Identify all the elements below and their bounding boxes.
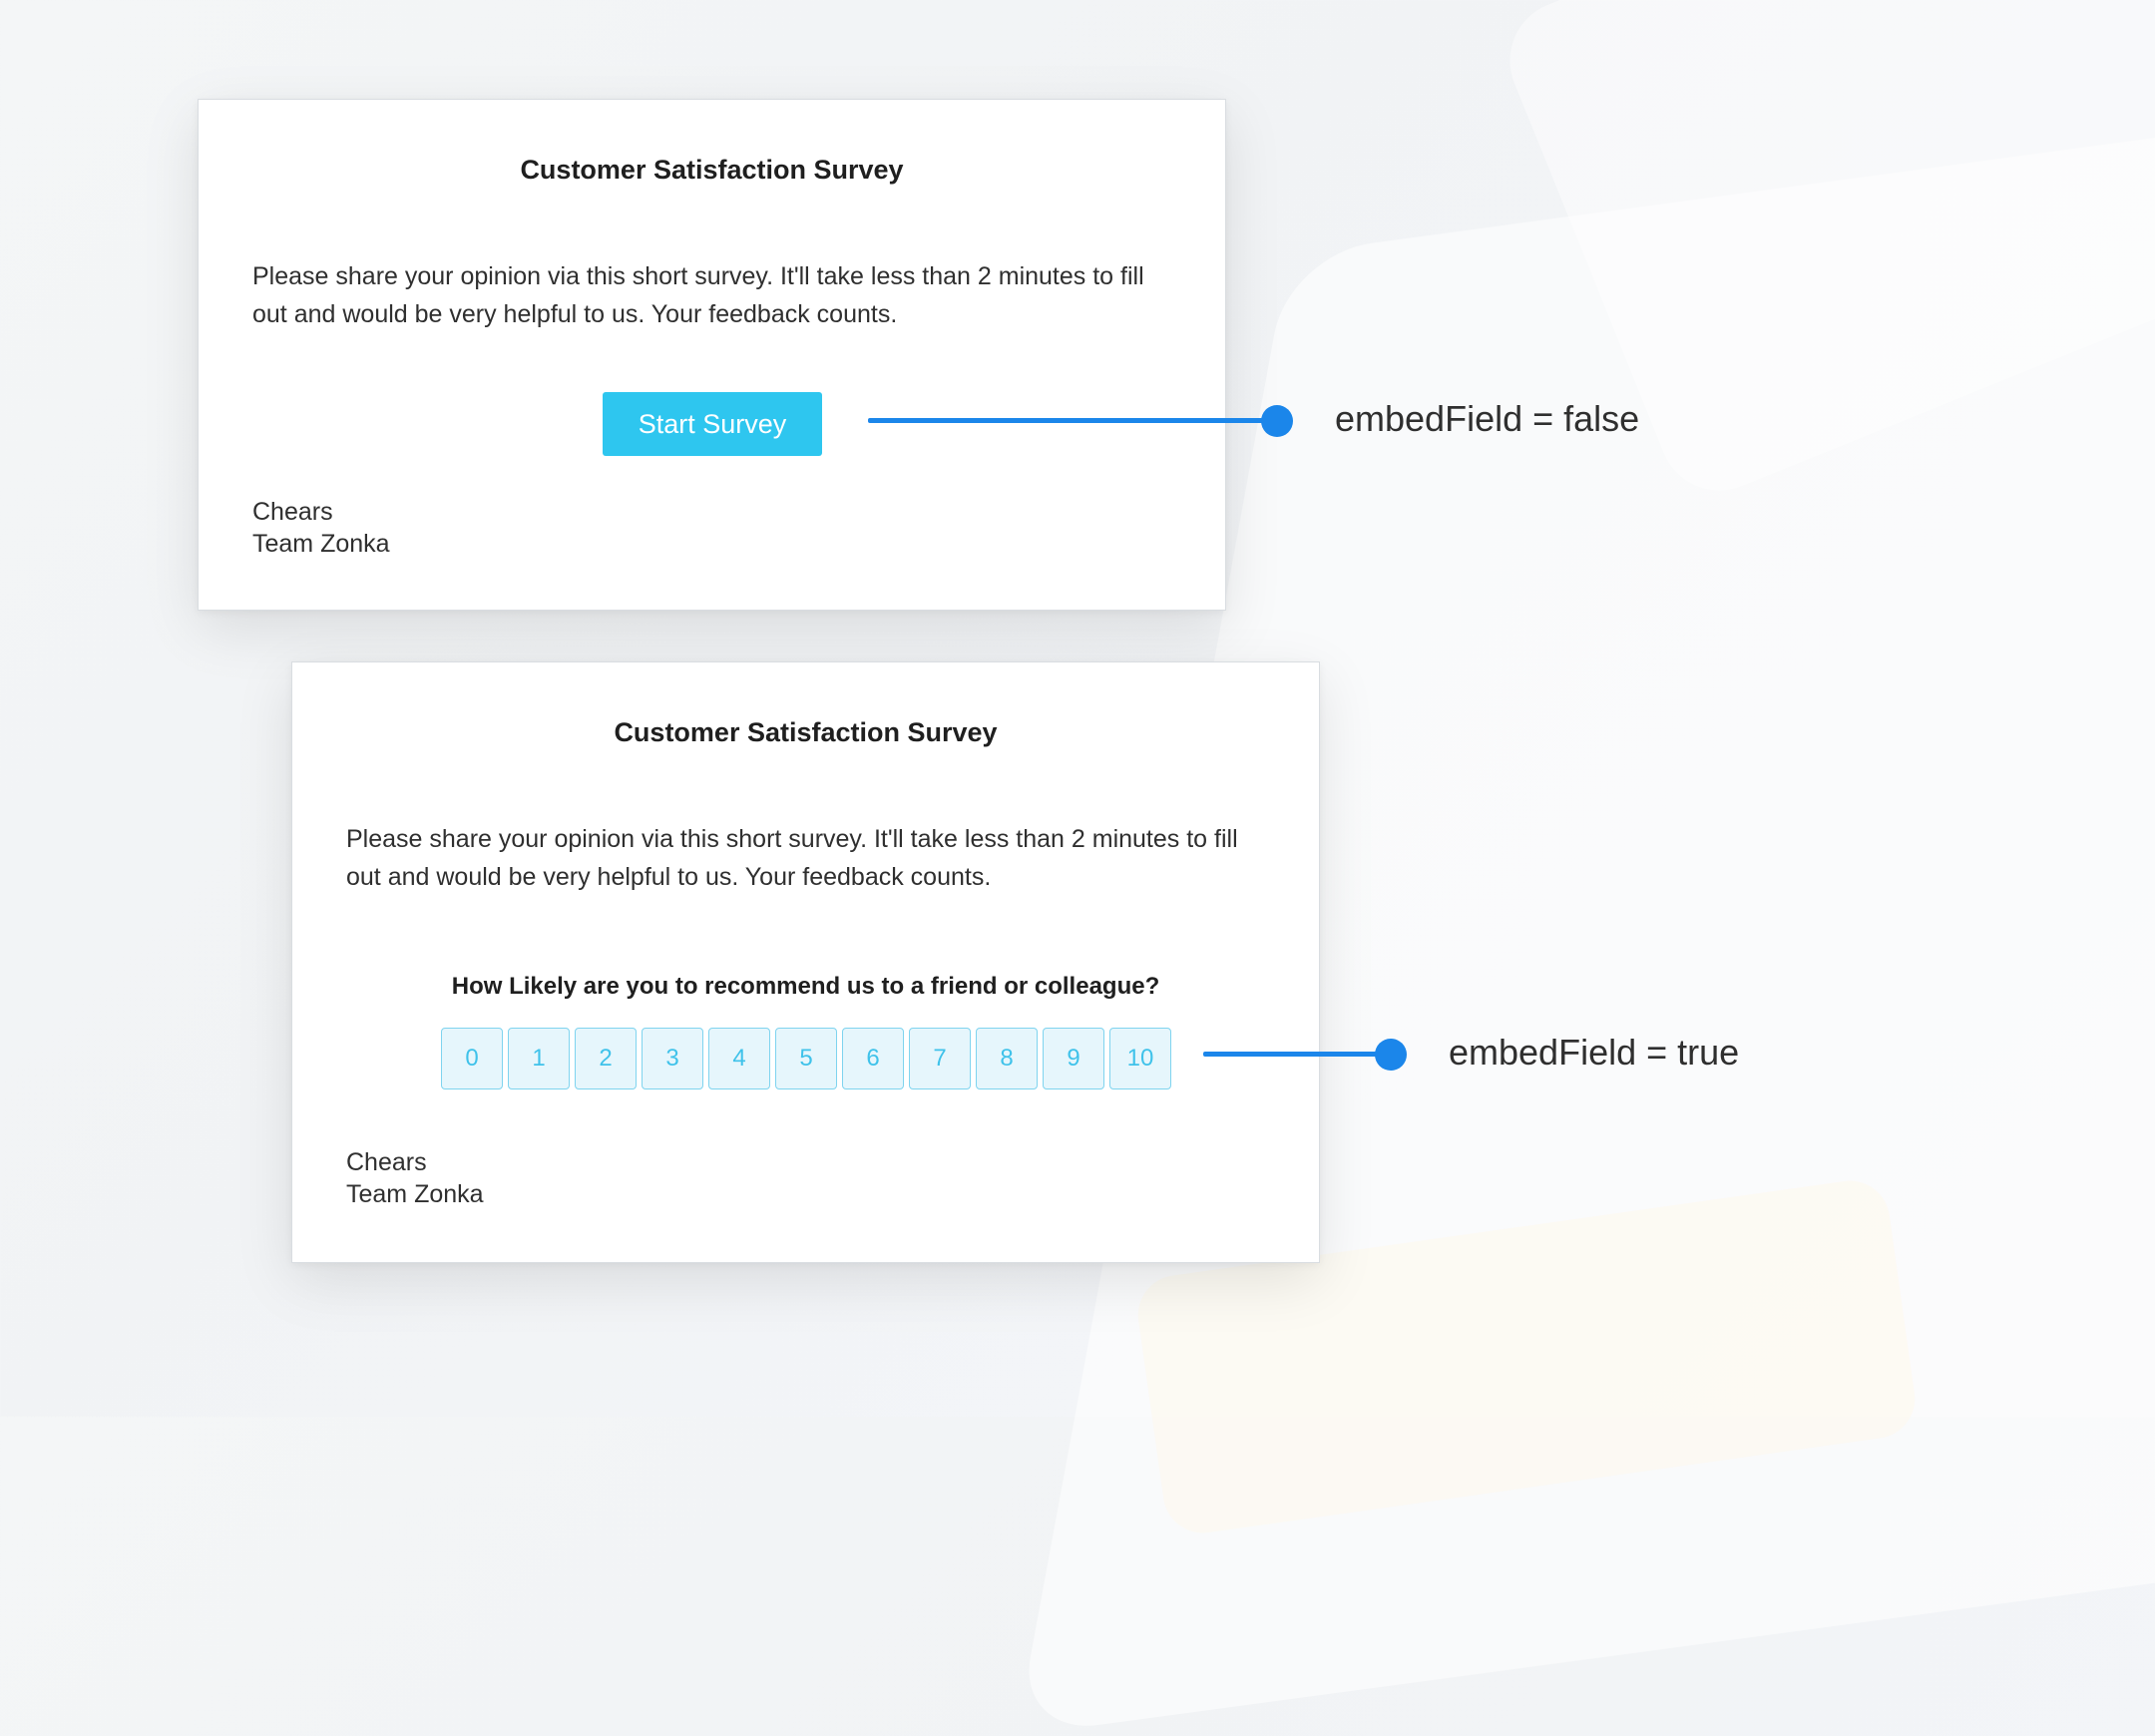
nps-rating-scale: 0 1 2 3 4 5 6 7 8 9 10 bbox=[441, 1028, 1171, 1089]
annotation-connector-dot bbox=[1261, 405, 1293, 437]
annotation-connector-dot bbox=[1375, 1039, 1407, 1071]
survey-description: Please share your opinion via this short… bbox=[252, 262, 1144, 328]
signoff-greeting: Chears bbox=[252, 498, 333, 526]
nps-rating-button-4[interactable]: 4 bbox=[708, 1028, 770, 1089]
nps-rating-button-6[interactable]: 6 bbox=[842, 1028, 904, 1089]
survey-title: Customer Satisfaction Survey bbox=[520, 155, 904, 185]
annotation-connector-line bbox=[1203, 1052, 1391, 1057]
nps-rating-button-1[interactable]: 1 bbox=[508, 1028, 570, 1089]
signoff: Chears Team Zonka bbox=[252, 496, 390, 560]
nps-rating-button-9[interactable]: 9 bbox=[1043, 1028, 1104, 1089]
survey-title: Customer Satisfaction Survey bbox=[614, 717, 998, 747]
nps-rating-button-8[interactable]: 8 bbox=[976, 1028, 1038, 1089]
start-survey-button[interactable]: Start Survey bbox=[603, 392, 822, 456]
survey-email-card-embedded-question: Customer Satisfaction Survey Please shar… bbox=[291, 661, 1320, 1263]
nps-rating-button-7[interactable]: 7 bbox=[909, 1028, 971, 1089]
nps-rating-button-10[interactable]: 10 bbox=[1109, 1028, 1171, 1089]
annotation-embedfield-false: embedField = false bbox=[1335, 398, 1640, 439]
signoff-team: Team Zonka bbox=[252, 530, 390, 558]
survey-email-card-start-button: Customer Satisfaction Survey Please shar… bbox=[198, 99, 1226, 611]
signoff: Chears Team Zonka bbox=[346, 1146, 484, 1210]
nps-rating-button-5[interactable]: 5 bbox=[775, 1028, 837, 1089]
signoff-greeting: Chears bbox=[346, 1148, 427, 1176]
nps-rating-button-2[interactable]: 2 bbox=[575, 1028, 637, 1089]
nps-question: How Likely are you to recommend us to a … bbox=[451, 973, 1160, 1000]
survey-description: Please share your opinion via this short… bbox=[346, 825, 1238, 891]
annotation-embedfield-true: embedField = true bbox=[1449, 1032, 1740, 1073]
signoff-team: Team Zonka bbox=[346, 1180, 484, 1208]
nps-rating-button-0[interactable]: 0 bbox=[441, 1028, 503, 1089]
annotation-connector-line bbox=[868, 418, 1273, 423]
nps-rating-button-3[interactable]: 3 bbox=[642, 1028, 703, 1089]
